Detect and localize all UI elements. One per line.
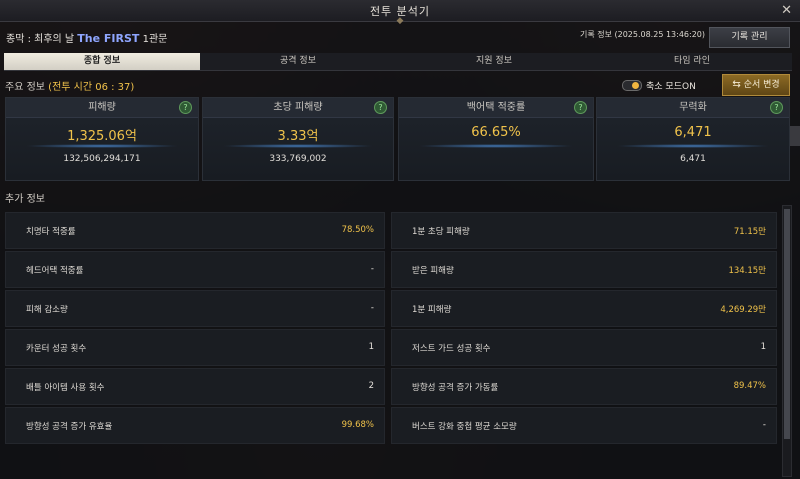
list-item: 방향성 공격 증가 가동률 89.47% [391,368,777,405]
row-value: 99.68% [341,420,374,430]
compact-mode-label: 축소 모드ON [646,82,696,92]
row-label: 1분 초당 피해량 [412,227,470,237]
row-label: 피해 감소량 [26,305,68,315]
row-label: 배틀 아이템 사용 횟수 [26,383,105,393]
reorder-button-label: 순서 변경 [743,80,780,90]
row-value: - [762,420,766,430]
value-glow [418,144,574,148]
list-item: 헤드어택 적중률 - [5,251,385,288]
stat-card-back-attack: 백어택 적중률 ? 66.65% [398,97,594,181]
raid-title: 종막 : 최후의 날 The FIRST 1관문 [6,30,167,45]
stat-card-raw: 6,471 [680,154,706,164]
reorder-button[interactable]: ⇆ 순서 변경 [722,74,790,96]
list-item: 배틀 아이템 사용 횟수 2 [5,368,385,405]
row-label: 방향성 공격 증가 가동률 [412,383,499,393]
stat-card-value: 66.65% [471,125,521,140]
swap-icon: ⇆ [732,79,741,90]
value-glow [616,144,770,148]
extra-info-label: 추가 정보 [5,194,45,205]
list-item: 카운터 성공 횟수 1 [5,329,385,366]
help-icon[interactable]: ? [770,101,783,114]
main-info-label: 주요 정보 (전투 시간 06 : 37) [5,78,134,93]
row-value: 2 [368,381,374,391]
row-value: - [370,303,374,313]
list-item: 피해 감소량 - [5,290,385,327]
row-label: 받은 피해량 [412,266,454,276]
value-glow [222,144,374,148]
stat-card-stagger: 무력화 ? 6,471 6,471 [596,97,790,181]
battle-analyzer-window: 전투 분석기 ✕ ◆ 종막 : 최후의 날 The FIRST 1관문 기록 정… [0,0,800,479]
stat-card-title: 초당 피해량 [203,98,393,118]
row-label: 1분 피해량 [412,305,452,315]
list-item: 버스트 강화 중첩 평균 소모량 - [391,407,777,444]
stat-card-value: 3.33억 [277,129,319,144]
list-item: 받은 피해량 134.15만 [391,251,777,288]
row-label: 치명타 적중률 [26,227,76,237]
stat-card-value: 6,471 [674,125,712,140]
value-glow [25,144,179,148]
list-item: 1분 피해량 4,269.29만 [391,290,777,327]
tab-summary[interactable]: 종합 정보 [4,53,200,71]
list-item: 1분 초당 피해량 71.15만 [391,212,777,249]
row-label: 카운터 성공 횟수 [26,344,87,354]
stat-card-damage: 피해량 ? 1,325.06억 132,506,294,171 [5,97,199,181]
raid-title-suffix: 1관문 [139,34,168,45]
battle-time: (전투 시간 06 : 37) [48,82,135,93]
row-label: 버스트 강화 중첩 평균 소모량 [412,422,517,432]
row-value: 78.50% [341,225,374,235]
list-item: 치명타 적중률 78.50% [5,212,385,249]
toggle-knob [632,82,639,89]
stat-card-title: 무력화 [597,98,789,118]
row-value: 71.15만 [733,227,766,237]
row-label: 헤드어택 적중률 [26,266,84,276]
tab-support[interactable]: 지원 정보 [396,53,592,71]
raid-title-prefix: 종막 : 최후의 날 [6,34,78,45]
stat-card-raw: 132,506,294,171 [63,154,141,164]
stat-card-value: 1,325.06억 [67,129,137,144]
scrollbar-thumb[interactable] [784,209,790,439]
close-icon[interactable]: ✕ [781,3,792,18]
record-info: 기록 정보 (2025.08.25 13:46:20) [579,30,705,39]
row-label: 방향성 공격 증가 유효율 [26,422,113,432]
stat-card-dps: 초당 피해량 ? 3.33억 333,769,002 [202,97,394,181]
row-value: - [370,264,374,274]
scrollbar[interactable] [782,205,792,477]
compact-mode-toggle[interactable] [622,80,642,91]
row-value: 1 [760,342,766,352]
title-ornament-icon: ◆ [396,16,404,26]
tab-attack[interactable]: 공격 정보 [200,53,396,71]
row-label: 저스트 가드 성공 횟수 [412,344,491,354]
raid-boss-name: The FIRST [77,32,140,45]
stat-card-raw: 333,769,002 [269,154,327,164]
side-handle [790,126,800,146]
list-item: 방향성 공격 증가 유효율 99.68% [5,407,385,444]
row-value: 4,269.29만 [720,305,766,315]
row-value: 134.15만 [728,266,766,276]
help-icon[interactable]: ? [574,101,587,114]
help-icon[interactable]: ? [374,101,387,114]
list-item: 저스트 가드 성공 횟수 1 [391,329,777,366]
tab-bar: 종합 정보 공격 정보 지원 정보 타임 라인 [4,53,792,71]
help-icon[interactable]: ? [179,101,192,114]
stat-card-title: 피해량 [6,98,198,118]
row-value: 89.47% [733,381,766,391]
main-info-title: 주요 정보 [5,82,45,93]
row-value: 1 [368,342,374,352]
record-manage-button[interactable]: 기록 관리 [709,27,790,48]
stat-card-title: 백어택 적중률 [399,98,593,118]
tab-timeline[interactable]: 타임 라인 [592,53,792,71]
